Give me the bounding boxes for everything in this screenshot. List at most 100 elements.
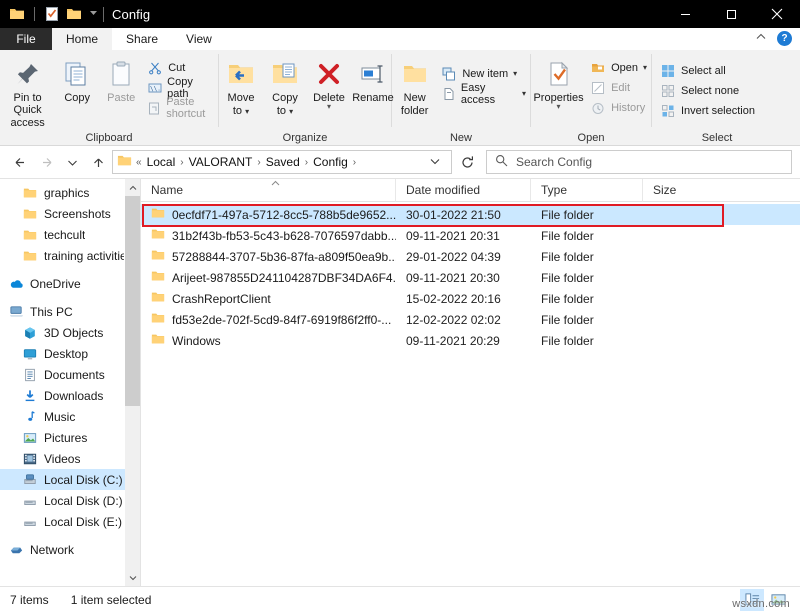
table-row[interactable]: 57288844-3707-5b36-87fa-a809f50ea9b... 2… [141,246,800,267]
nav-item-onedrive[interactable]: OneDrive [0,273,140,294]
move-to-button[interactable]: Move to ▾ [219,54,263,118]
nav-item-desktop[interactable]: Desktop [0,343,140,364]
copy-to-button[interactable]: Copy to ▾ [263,54,307,118]
column-header-type[interactable]: Type [531,178,643,202]
tab-home[interactable]: Home [52,28,113,50]
up-button[interactable] [86,150,110,174]
folder-new-icon[interactable] [66,6,82,22]
select-none-label: Select none [681,84,740,97]
column-header-size[interactable]: Size [643,179,721,202]
column-header-name[interactable]: Name [141,178,396,202]
new-folder-icon [400,57,430,91]
forward-button[interactable] [34,150,58,174]
this-pc-icon [8,304,24,320]
breadcrumb-item-config[interactable]: Config [310,155,351,169]
nav-item-3d-objects[interactable]: 3D Objects [0,322,140,343]
tab-file[interactable]: File [0,28,52,50]
desktop-icon [22,346,38,362]
nav-scroll-up-button[interactable] [125,179,140,196]
nav-item-screenshots[interactable]: Screenshots [0,203,140,224]
chevron-down-icon[interactable]: ▾ [513,69,517,78]
nav-item-local-disk-e[interactable]: Local Disk (E:) [0,511,140,532]
chevron-down-icon[interactable]: ▾ [557,103,561,111]
copy-button[interactable]: Copy [55,54,99,104]
search-input[interactable]: Search Config [516,155,592,169]
chevron-down-icon[interactable]: ▾ [522,89,526,98]
chevron-down-icon[interactable]: ▾ [327,103,331,111]
recent-locations-button[interactable] [60,150,84,174]
breadcrumb-bar[interactable]: « Local › VALORANT › Saved › Config › [112,150,452,174]
edit-button[interactable]: Edit [586,78,651,97]
pin-to-quick-access-button[interactable]: Pin to Quick access [0,54,55,129]
edit-label: Edit [611,81,631,94]
table-row[interactable]: 31b2f43b-fb53-5c43-b628-7076597dabb... 0… [141,225,800,246]
folder-icon[interactable] [9,6,25,22]
file-type-cell: File folder [541,333,594,348]
select-all-button[interactable]: Select all [656,61,759,80]
invert-selection-button[interactable]: Invert selection [656,101,759,120]
select-all-icon [660,63,676,79]
navigation-tree: graphics Screenshots techcult training a… [0,179,140,560]
history-button[interactable]: History [586,98,651,117]
nav-scroll-down-button[interactable] [125,569,140,586]
chevron-down-icon[interactable]: ▾ [643,63,647,72]
minimize-button[interactable] [662,0,708,28]
copy-path-button[interactable]: \\.. Copy path [143,76,218,100]
rename-button[interactable]: Rename [351,54,395,104]
nav-item-music[interactable]: Music [0,406,140,427]
group-label-open: Open [577,132,605,144]
paste-shortcut-button[interactable]: Paste shortcut [143,96,218,120]
downloads-icon [22,388,38,404]
chevron-right-icon[interactable]: › [304,157,309,168]
nav-item-local-disk-d[interactable]: Local Disk (D:) [0,490,140,511]
easy-access-button[interactable]: Easy access ▾ [437,82,530,106]
nav-item-videos[interactable]: Videos [0,448,140,469]
cut-button[interactable]: Cut [143,58,218,77]
chevron-down-icon[interactable] [88,7,99,21]
help-button[interactable]: ? [777,31,792,46]
table-row[interactable]: 0ecfdf71-497a-5712-8cc5-788b5de9652... 3… [141,204,800,225]
breadcrumb-item-valorant[interactable]: VALORANT [186,155,256,169]
nav-item-local-disk-c[interactable]: Local Disk (C:) [0,469,140,490]
new-item-button[interactable]: New item ▾ [437,64,530,83]
back-button[interactable] [8,150,32,174]
address-dropdown-button[interactable] [423,155,447,169]
properties-icon[interactable] [44,6,60,22]
folder-icon [151,206,165,223]
nav-scrollbar-thumb[interactable] [125,196,140,406]
nav-item-documents[interactable]: Documents [0,364,140,385]
nav-item-training-activities[interactable]: training activities [0,245,140,266]
column-header-date-modified[interactable]: Date modified [396,178,531,202]
table-row[interactable]: Windows 09-11-2021 20:29 File folder [141,330,800,351]
nav-item-network[interactable]: Network [0,539,140,560]
table-row[interactable]: Arijeet-987855D241104287DBF34DA6F4... 09… [141,267,800,288]
nav-item-downloads[interactable]: Downloads [0,385,140,406]
chevron-right-icon[interactable]: › [179,157,184,168]
table-row[interactable]: fd53e2de-702f-5cd9-84f7-6919f86f2ff0-...… [141,309,800,330]
breadcrumb-item-saved[interactable]: Saved [263,155,303,169]
select-none-button[interactable]: Select none [656,81,759,100]
chevron-right-icon[interactable]: › [256,157,261,168]
nav-item-this-pc[interactable]: This PC [0,301,140,322]
properties-button[interactable]: Properties ▾ [531,54,586,111]
nav-item-graphics[interactable]: graphics [0,182,140,203]
nav-item-pictures[interactable]: Pictures [0,427,140,448]
close-button[interactable] [754,0,800,28]
local-disk-icon [22,514,38,530]
maximize-button[interactable] [708,0,754,28]
paste-button[interactable]: Paste [99,54,143,104]
breadcrumb-overflow[interactable]: « [135,157,143,168]
tab-share[interactable]: Share [112,28,172,50]
nav-item-techcult[interactable]: techcult [0,224,140,245]
breadcrumb-item-local[interactable]: Local [144,155,179,169]
open-button[interactable]: Open ▾ [586,58,651,77]
refresh-button[interactable] [454,150,480,174]
chevron-right-icon[interactable]: › [352,157,357,168]
delete-button[interactable]: Delete ▾ [307,54,351,111]
table-row[interactable]: CrashReportClient 15-02-2022 20:16 File … [141,288,800,309]
search-box[interactable]: Search Config [486,150,792,174]
new-folder-button[interactable]: New folder [392,54,437,117]
chevron-up-icon[interactable] [755,31,767,46]
file-name-cell: 31b2f43b-fb53-5c43-b628-7076597dabb... [141,225,396,246]
tab-view[interactable]: View [172,28,226,50]
